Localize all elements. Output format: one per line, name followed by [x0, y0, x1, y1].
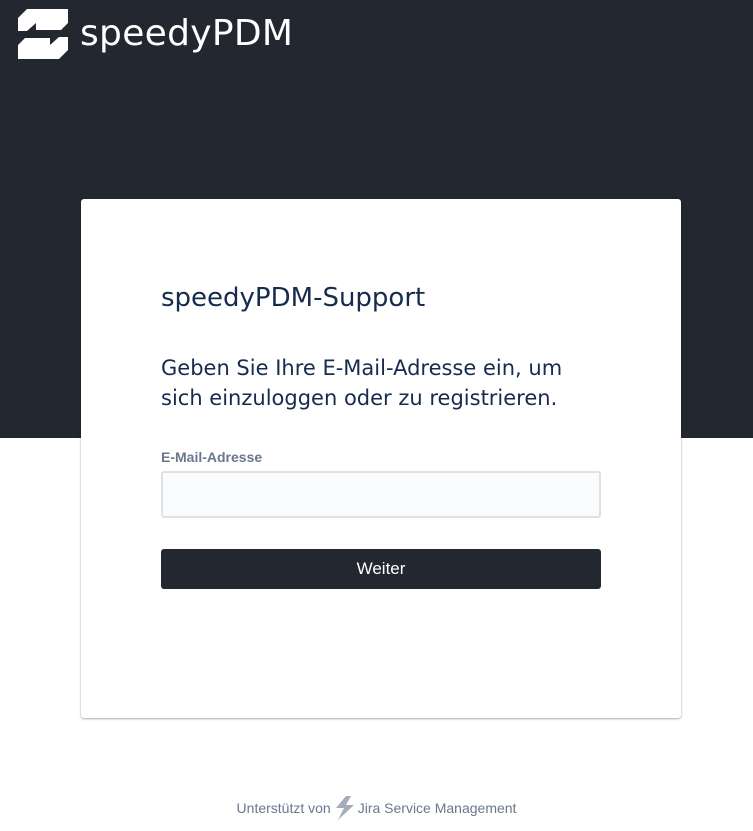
powered-by-footer: Unterstützt von Jira Service Management [0, 796, 753, 820]
continue-button[interactable]: Weiter [161, 549, 601, 589]
login-card: speedyPDM-Support Geben Sie Ihre E-Mail-… [81, 199, 681, 718]
powered-by-text: Unterstützt von [236, 800, 331, 816]
email-label: E-Mail-Adresse [161, 449, 263, 465]
jira-service-management-link[interactable]: Jira Service Management [358, 800, 517, 816]
brand-logo-link[interactable]: speedyPDM [18, 9, 293, 59]
portal-title: speedyPDM-Support [161, 283, 426, 313]
brand-name: speedyPDM [80, 13, 294, 54]
email-input[interactable] [161, 471, 601, 518]
speedypdm-logo-icon [18, 9, 68, 59]
login-instruction: Geben Sie Ihre E-Mail-Adresse ein, um si… [161, 356, 563, 410]
jira-service-management-bolt-icon [335, 796, 354, 820]
portal-login-page: speedyPDM speedyPDM-Support Geben Sie Ih… [0, 0, 753, 831]
